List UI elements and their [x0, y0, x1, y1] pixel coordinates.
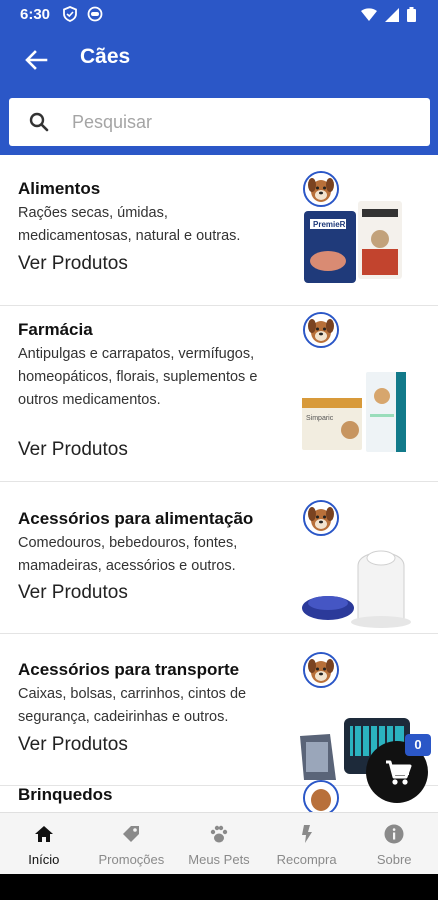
ver-produtos-link[interactable]: Ver Produtos	[18, 253, 128, 275]
pharmacy-products-image: Simparic	[302, 372, 406, 452]
search-icon	[29, 112, 49, 132]
category-title: Acessórios para transporte	[18, 660, 240, 679]
nav-item-recompra[interactable]: Recompra	[263, 813, 351, 874]
category-title: Alimentos	[18, 179, 101, 198]
ver-produtos-link[interactable]: Ver Produtos	[18, 582, 128, 604]
lightning-icon	[301, 825, 312, 843]
nav-label: Promoções	[98, 852, 165, 867]
dog-face-icon	[305, 502, 337, 534]
nav-item-inicio[interactable]: Início	[0, 813, 88, 874]
ver-produtos-link[interactable]: Ver Produtos	[18, 734, 128, 756]
svg-text:PremieR: PremieR	[313, 220, 346, 229]
category-description: Comedouros, bebedouros, fontes, mamadeir…	[18, 535, 238, 574]
system-gesture-bar	[0, 874, 438, 900]
search-bar[interactable]	[9, 98, 430, 146]
cart-count-badge: 0	[405, 734, 431, 756]
nav-label: Sobre	[376, 852, 412, 867]
dog-avatar-badge	[303, 780, 339, 812]
app-bar: 6:30 Cães	[0, 0, 438, 155]
dog-face-icon	[305, 654, 337, 686]
feeding-accessories-image	[302, 550, 411, 628]
ver-produtos-link[interactable]: Ver Produtos	[18, 439, 128, 461]
battery-icon	[407, 7, 416, 22]
tag-icon	[123, 826, 140, 842]
paw-icon	[210, 825, 228, 843]
signal-icon	[385, 7, 399, 22]
dog-face-icon	[305, 782, 337, 812]
category-description: Antipulgas e carrapatos, vermífugos, hom…	[18, 346, 258, 408]
dog-avatar-badge	[303, 500, 339, 536]
category-title: Acessórios para alimentação	[18, 509, 254, 528]
page-title: Cães	[80, 45, 131, 68]
status-bar: 6:30	[0, 0, 438, 30]
dog-avatar-badge	[303, 652, 339, 688]
category-list: Alimentos Rações secas, úmidas, medicame…	[0, 155, 438, 812]
status-time: 6:30	[20, 6, 51, 23]
category-description: Rações secas, úmidas, medicamentosas, na…	[18, 205, 241, 244]
category-item-acessorios-alimentacao[interactable]: Acessórios para alimentação Comedouros, …	[0, 482, 438, 634]
nav-item-promocoes[interactable]: Promoções	[88, 813, 176, 874]
category-item-alimentos[interactable]: Alimentos Rações secas, úmidas, medicame…	[0, 155, 438, 306]
search-input[interactable]	[72, 111, 372, 133]
dog-face-icon	[305, 314, 337, 346]
food-products-image: PremieR	[304, 201, 402, 283]
status-right-icons	[361, 7, 416, 22]
home-icon	[34, 826, 53, 842]
nav-item-meus-pets[interactable]: Meus Pets	[175, 813, 263, 874]
bottom-navigation: Início Promoções Meus Pets Recompra Sobr…	[0, 812, 438, 874]
category-title: Farmácia	[18, 320, 93, 339]
back-arrow-icon[interactable]	[22, 46, 50, 74]
category-description: Caixas, bolsas, carrinhos, cintos de seg…	[18, 686, 247, 725]
svg-text:Simparic: Simparic	[306, 415, 334, 422]
face-icon	[87, 6, 103, 22]
info-icon	[384, 824, 404, 844]
nav-item-sobre[interactable]: Sobre	[350, 813, 438, 874]
nav-label: Recompra	[276, 852, 337, 867]
nav-label: Início	[28, 852, 60, 867]
category-title: Brinquedos	[18, 785, 113, 804]
dog-avatar-badge	[303, 312, 339, 348]
category-item-farmacia[interactable]: Farmácia Antipulgas e carrapatos, vermíf…	[0, 306, 438, 482]
shield-icon	[63, 6, 77, 22]
wifi-icon	[361, 7, 377, 21]
nav-label: Meus Pets	[188, 852, 250, 867]
